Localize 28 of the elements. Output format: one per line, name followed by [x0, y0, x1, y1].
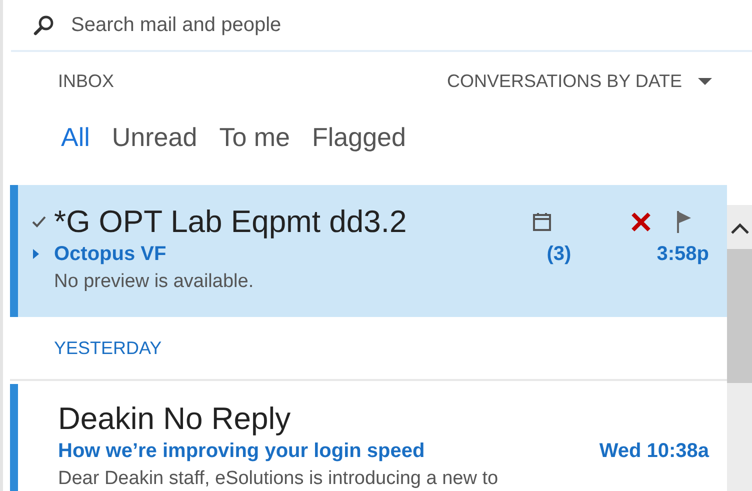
message-item[interactable]: *G OPT Lab Eqpmt dd3.2 Octopus VF (3) 3:58p No preview is available. [10, 185, 727, 317]
flag-icon[interactable] [676, 210, 692, 234]
filter-tab[interactable]: To me [215, 122, 294, 153]
message-title: *G OPT Lab Eqpmt dd3.2 [54, 204, 408, 240]
filter-tab[interactable]: Flagged [308, 122, 410, 153]
message-item[interactable]: Deakin No Reply How we’re improving your login speed Wed 10:38a Dear Deakin staff, eSolutions is introducing a new to [10, 384, 727, 491]
filter-tab[interactable]: Unread [108, 122, 202, 153]
expand-icon[interactable] [32, 248, 40, 260]
message-title: Deakin No Reply [58, 401, 292, 437]
folder-title: INBOX [58, 71, 114, 92]
scroll-thumb[interactable] [727, 249, 752, 383]
caret-icon [698, 78, 712, 86]
message-time: 3:58p [656, 242, 709, 266]
scroll-up-icon[interactable] [730, 223, 750, 235]
search-icon [33, 14, 55, 36]
message-preview: No preview is available. [53, 271, 255, 293]
message-sender: How we’re improving your login speed [58, 440, 426, 462]
message-count: (3) [546, 242, 572, 266]
message-sender: Octopus VF [54, 242, 168, 266]
search-field[interactable]: Search mail and people [69, 12, 573, 38]
scrollbar[interactable] [727, 205, 752, 491]
sort-dropdown[interactable]: CONVERSATIONS BY DATE [446, 71, 712, 92]
message-preview: Dear Deakin staff, eSolutions is introducing a new to [58, 468, 500, 490]
filter-tab[interactable]: All [57, 122, 94, 153]
delete-icon[interactable] [630, 211, 652, 233]
message-time: Wed 10:38a [599, 440, 709, 462]
calendar-icon[interactable] [532, 212, 552, 232]
date-header: YESTERDAY [10, 317, 727, 381]
